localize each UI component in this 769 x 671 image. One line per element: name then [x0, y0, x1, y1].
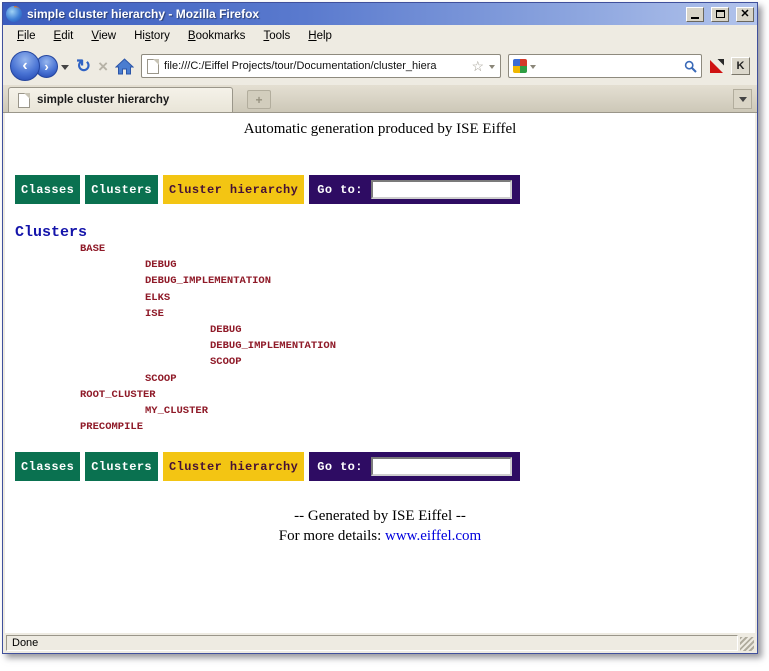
bookmark-star-icon[interactable]: ☆: [471, 59, 484, 73]
cluster-tree-items: BASEDEBUGDEBUG_IMPLEMENTATIONELKSISEDEBU…: [5, 241, 755, 435]
status-text: Done: [12, 637, 38, 649]
page-icon: [147, 59, 159, 74]
title-bar: simple cluster hierarchy - Mozilla Firef…: [3, 3, 757, 25]
address-input[interactable]: [164, 60, 466, 72]
cluster-tree: Clusters BASEDEBUGDEBUG_IMPLEMENTATIONEL…: [5, 224, 755, 435]
eiffel-com-link[interactable]: www.eiffel.com: [385, 528, 481, 544]
goto-label: Go to:: [317, 183, 363, 197]
search-bar[interactable]: [508, 54, 702, 78]
history-navigation: ‹ ›: [10, 51, 69, 81]
navigation-toolbar: ‹ › ↻ × ☆ K: [3, 47, 757, 85]
minimize-button[interactable]: [686, 7, 704, 22]
cluster-tree-item[interactable]: ISE: [5, 306, 755, 322]
cluster-tree-item[interactable]: DEBUG_IMPLEMENTATION: [5, 273, 755, 289]
back-button[interactable]: ‹: [10, 51, 40, 81]
close-button[interactable]: ✕: [736, 7, 754, 22]
clusters-button[interactable]: Clusters: [85, 452, 158, 481]
window-title: simple cluster hierarchy - Mozilla Firef…: [27, 7, 679, 21]
magnifier-icon[interactable]: [684, 60, 697, 73]
cluster-hierarchy-button[interactable]: Cluster hierarchy: [163, 175, 304, 204]
menu-bar: FileEditViewHistoryBookmarksToolsHelp: [3, 25, 757, 47]
address-dropdown-icon[interactable]: [489, 65, 495, 72]
menu-view[interactable]: View: [83, 27, 124, 45]
maximize-button[interactable]: [711, 7, 729, 22]
cluster-tree-item[interactable]: BASE: [5, 241, 755, 257]
menu-edit[interactable]: Edit: [46, 27, 82, 45]
address-bar[interactable]: ☆: [141, 54, 501, 78]
cluster-tree-item[interactable]: DEBUG: [5, 257, 755, 273]
cluster-tree-item[interactable]: ELKS: [5, 290, 755, 306]
generated-by-text: -- Generated by ISE Eiffel --: [5, 506, 755, 526]
status-bar: Done: [3, 633, 757, 653]
home-button[interactable]: [115, 58, 134, 75]
cluster-tree-heading: Clusters: [5, 224, 755, 241]
classes-button[interactable]: Classes: [15, 452, 80, 481]
cluster-tree-item[interactable]: ROOT_CLUSTER: [5, 387, 755, 403]
classes-button[interactable]: Classes: [15, 175, 80, 204]
new-tab-button[interactable]: +: [247, 90, 271, 109]
page-content: Automatic generation produced by ISE Eif…: [5, 113, 755, 633]
menu-history[interactable]: History: [126, 27, 178, 45]
kaspersky-keyboard-button[interactable]: K: [731, 57, 750, 75]
nav-button-row-bottom: Classes Clusters Cluster hierarchy Go to…: [15, 452, 755, 481]
goto-label: Go to:: [317, 460, 363, 474]
search-input[interactable]: [539, 60, 681, 72]
cluster-tree-item[interactable]: SCOOP: [5, 354, 755, 370]
menu-tools[interactable]: Tools: [255, 27, 298, 45]
nav-button-row-top: Classes Clusters Cluster hierarchy Go to…: [15, 175, 755, 204]
status-field: Done: [6, 635, 738, 651]
more-details-line: For more details: www.eiffel.com: [5, 526, 755, 546]
history-dropdown-icon[interactable]: [61, 65, 69, 74]
browser-window: simple cluster hierarchy - Mozilla Firef…: [2, 2, 758, 654]
reload-button[interactable]: ↻: [76, 57, 91, 75]
kaspersky-icon[interactable]: [709, 59, 724, 74]
google-search-engine-icon[interactable]: [513, 59, 527, 73]
more-details-text: For more details:: [279, 528, 385, 544]
menu-file[interactable]: File: [9, 27, 44, 45]
tab-bar: simple cluster hierarchy +: [3, 85, 757, 113]
firefox-icon: [6, 6, 22, 22]
tab-page-icon: [18, 93, 30, 108]
cluster-tree-item[interactable]: DEBUG: [5, 322, 755, 338]
page-footer: -- Generated by ISE Eiffel -- For more d…: [5, 506, 755, 546]
cluster-tree-item[interactable]: SCOOP: [5, 371, 755, 387]
minimize-icon: [691, 17, 699, 19]
goto-box: Go to:: [309, 452, 520, 481]
cluster-tree-item[interactable]: MY_CLUSTER: [5, 403, 755, 419]
goto-box: Go to:: [309, 175, 520, 204]
goto-input[interactable]: [371, 180, 512, 199]
list-all-tabs-button[interactable]: [733, 89, 752, 109]
cluster-tree-item[interactable]: PRECOMPILE: [5, 419, 755, 435]
cluster-tree-item[interactable]: DEBUG_IMPLEMENTATION: [5, 338, 755, 354]
goto-input[interactable]: [371, 457, 512, 476]
maximize-icon: [716, 10, 725, 18]
search-engine-dropdown-icon[interactable]: [530, 65, 536, 72]
menu-help[interactable]: Help: [300, 27, 340, 45]
stop-button[interactable]: ×: [98, 58, 108, 75]
cluster-hierarchy-button[interactable]: Cluster hierarchy: [163, 452, 304, 481]
resize-grip[interactable]: [740, 637, 754, 651]
clusters-button[interactable]: Clusters: [85, 175, 158, 204]
chevron-down-icon: [739, 97, 747, 106]
menu-bookmarks[interactable]: Bookmarks: [180, 27, 254, 45]
tab-label: simple cluster hierarchy: [37, 94, 169, 106]
tab-simple-cluster-hierarchy[interactable]: simple cluster hierarchy: [8, 87, 233, 112]
page-header-text: Automatic generation produced by ISE Eif…: [5, 121, 755, 138]
close-icon: ✕: [740, 9, 749, 20]
